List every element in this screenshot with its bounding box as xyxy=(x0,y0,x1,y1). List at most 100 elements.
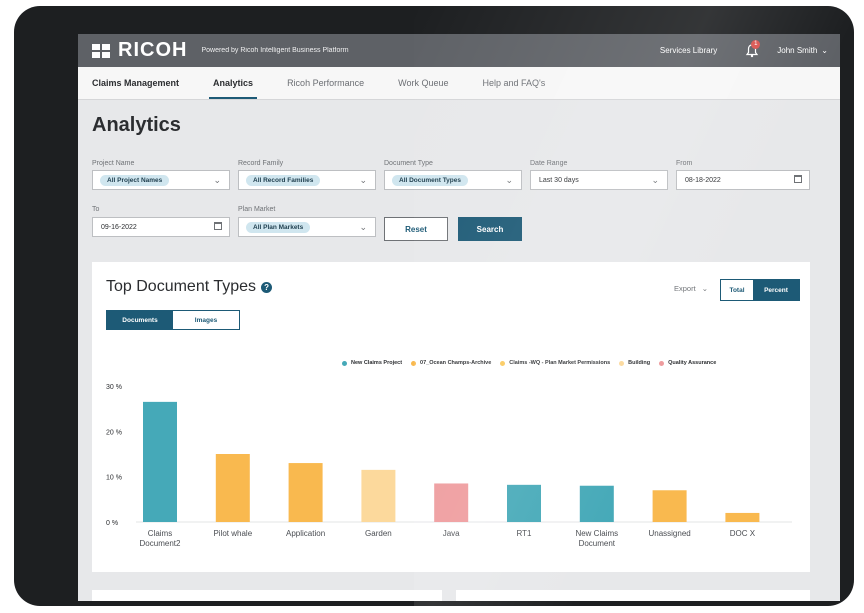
record-family-label: Record Family xyxy=(238,160,284,167)
chevron-down-icon: ⌄ xyxy=(213,175,221,185)
legend-item[interactable]: New Claims Project xyxy=(342,360,402,366)
legend-dot xyxy=(411,360,417,366)
ricoh-logo-icon xyxy=(92,43,110,58)
date-range-select[interactable]: Last 30 days ⌄ xyxy=(530,170,668,190)
y-tick-label: 0 % xyxy=(106,520,118,527)
x-tick-label: Garden xyxy=(365,529,392,538)
documents-images-toggle: Documents Images xyxy=(106,310,240,330)
brand-logo: RICOH xyxy=(118,39,188,61)
chart-bar[interactable] xyxy=(143,401,177,522)
tab-images[interactable]: Images xyxy=(173,311,239,329)
export-dropdown[interactable]: Export ⌄ xyxy=(674,284,708,293)
device-frame: RICOH Powered by Ricoh Intelligent Busin… xyxy=(14,6,854,606)
toggle-total[interactable]: Total xyxy=(721,280,753,300)
chart-bar[interactable] xyxy=(288,463,323,522)
powered-by-text: Powered by Ricoh Intelligent Business Pl… xyxy=(201,47,349,54)
legend-dot xyxy=(500,360,506,366)
x-tick-label: Java xyxy=(443,529,460,538)
calendar-icon[interactable] xyxy=(794,175,802,183)
chart-bar[interactable] xyxy=(434,483,469,522)
x-tick-label: Application xyxy=(286,529,325,538)
y-tick-label: 20 % xyxy=(106,429,122,436)
from-label: From xyxy=(676,160,693,167)
chart-bar[interactable] xyxy=(725,512,760,522)
nav-claims-management[interactable]: Claims Management xyxy=(92,67,179,99)
date-range-value: Last 30 days xyxy=(539,176,579,184)
plan-market-value: All Plan Markets xyxy=(246,221,311,233)
chevron-down-icon: ⌄ xyxy=(651,175,659,185)
record-family-select[interactable]: All Record Families ⌄ xyxy=(238,170,376,190)
from-date-value: 08-18-2022 xyxy=(685,176,721,184)
nav-ricoh-performance[interactable]: Ricoh Performance xyxy=(287,67,364,99)
x-tick-label: Unassigned xyxy=(648,529,690,538)
record-family-value: All Record Families xyxy=(246,174,321,186)
search-button[interactable]: Search xyxy=(458,217,522,241)
chart-bar[interactable] xyxy=(361,469,396,522)
bottom-card-right xyxy=(456,590,810,601)
calendar-icon[interactable] xyxy=(214,222,222,230)
project-name-value: All Project Names xyxy=(100,174,170,186)
toggle-percent[interactable]: Percent xyxy=(753,280,799,300)
app-screen: RICOH Powered by Ricoh Intelligent Busin… xyxy=(78,34,840,601)
x-tick-label: DOC X xyxy=(730,529,756,538)
legend-label: New Claims Project xyxy=(351,360,403,366)
project-name-label: Project Name xyxy=(92,160,135,167)
nav-help-faq[interactable]: Help and FAQ's xyxy=(482,67,545,99)
user-name: John Smith xyxy=(777,46,818,55)
bar-chart: 0 % 10 % 20 % 30 % ClaimsDocument2 Pilot whal… xyxy=(106,384,792,548)
chart-bar[interactable] xyxy=(215,454,250,522)
legend-dot xyxy=(619,360,625,366)
chevron-down-icon: ⌄ xyxy=(359,175,367,185)
x-tick-label: Document2 xyxy=(140,539,181,548)
main-nav: Claims Management Analytics Ricoh Perfor… xyxy=(78,67,840,100)
plan-market-label: Plan Market xyxy=(238,206,276,213)
chart-bar[interactable] xyxy=(579,485,614,522)
legend-label: 07_Ocean Champs-Archive xyxy=(420,360,492,366)
export-label: Export xyxy=(674,284,696,293)
document-type-label: Document Type xyxy=(384,160,433,167)
from-date-input[interactable]: 08-18-2022 xyxy=(676,170,810,190)
date-range-label: Date Range xyxy=(530,160,568,167)
chart-bar[interactable] xyxy=(652,490,687,522)
x-tick-label: Pilot whale xyxy=(213,529,252,538)
y-tick-label: 10 % xyxy=(106,475,122,482)
tab-documents[interactable]: Documents xyxy=(107,311,173,329)
top-document-types-card: Top Document Types ? Documents Images Ex… xyxy=(92,262,810,572)
project-name-select[interactable]: All Project Names ⌄ xyxy=(92,170,230,190)
document-type-value: All Document Types xyxy=(392,174,469,186)
legend-label: Building xyxy=(628,360,651,366)
nav-work-queue[interactable]: Work Queue xyxy=(398,67,448,99)
document-type-select[interactable]: All Document Types ⌄ xyxy=(384,170,522,190)
chevron-down-icon: ⌄ xyxy=(701,284,709,293)
user-menu[interactable]: John Smith ⌄ xyxy=(777,46,828,55)
services-library-link[interactable]: Services Library xyxy=(660,46,717,55)
reset-button[interactable]: Reset xyxy=(384,217,448,241)
notification-bell-icon[interactable]: 1 xyxy=(745,39,761,58)
x-tick-label: New Claims xyxy=(575,529,618,538)
chart-legend: New Claims Project 07_Ocean Champs-Archiv… xyxy=(342,360,725,366)
legend-item[interactable]: 07_Ocean Champs-Archive xyxy=(411,360,491,366)
y-tick-label: 30 % xyxy=(106,384,122,391)
notification-badge: 1 xyxy=(751,39,761,49)
card-title: Top Document Types ? xyxy=(106,278,273,296)
bottom-card-left xyxy=(92,590,442,601)
legend-item[interactable]: Building xyxy=(619,360,650,366)
legend-item[interactable]: Claims -WQ - Plan Market Permissions xyxy=(500,360,610,366)
legend-dot xyxy=(659,360,665,366)
chart-bar[interactable] xyxy=(507,484,541,522)
legend-label: Claims -WQ - Plan Market Permissions xyxy=(509,360,611,366)
x-tick-label: RT1 xyxy=(517,529,533,538)
to-date-input[interactable]: 09-16-2022 xyxy=(92,217,230,237)
legend-item[interactable]: Quality Assurance xyxy=(659,360,716,366)
nav-analytics[interactable]: Analytics xyxy=(209,67,258,99)
legend-label: Quality Assurance xyxy=(668,360,717,366)
plan-market-select[interactable]: All Plan Markets ⌄ xyxy=(238,217,376,237)
card-title-text: Top Document Types xyxy=(106,278,257,295)
page-title: Analytics xyxy=(92,114,181,136)
x-tick-label: Document xyxy=(579,539,616,548)
help-icon[interactable]: ? xyxy=(261,281,273,293)
to-date-value: 09-16-2022 xyxy=(101,223,137,231)
legend-dot xyxy=(342,360,347,366)
chevron-down-icon: ⌄ xyxy=(821,46,828,55)
total-percent-toggle: Total Percent xyxy=(720,279,800,301)
